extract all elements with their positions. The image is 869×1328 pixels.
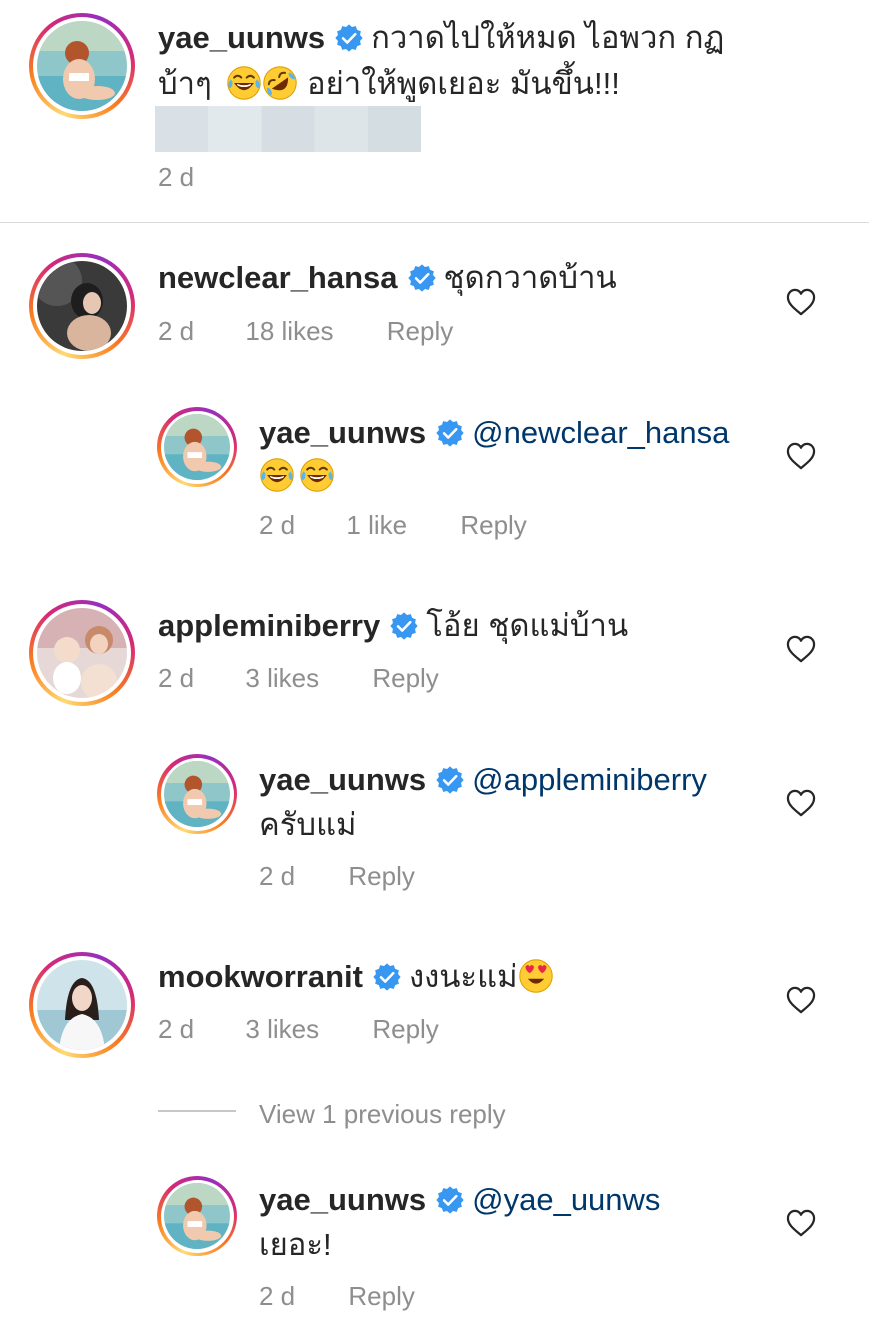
reply-time: 2 d <box>259 861 296 891</box>
reply-text: ครับแม่ <box>259 807 357 842</box>
rolling-on-floor-laughing-emoji-icon <box>262 65 298 101</box>
header-divider <box>0 222 869 223</box>
avatar-appleminiberry[interactable] <box>29 600 135 706</box>
comment-time: 2 d <box>158 162 195 192</box>
comment-text: งงนะแม่ <box>408 959 518 994</box>
comment-time: 2 d <box>158 316 195 346</box>
avatar-photo-image <box>164 1183 230 1249</box>
face-with-tears-of-joy-emoji-icon <box>226 65 262 101</box>
comment-time: 2 d <box>158 1014 195 1044</box>
heart-outline-icon[interactable] <box>786 288 816 316</box>
avatar-photo-image <box>37 261 127 351</box>
verified-badge-icon <box>436 766 464 794</box>
heart-outline-icon[interactable] <box>786 1209 816 1237</box>
avatar-yae-uunws[interactable] <box>157 1176 237 1256</box>
heart-eyes-emoji-icon <box>518 958 554 994</box>
like-count[interactable]: 1 like <box>346 508 407 542</box>
view-previous-replies-button[interactable]: View 1 previous reply <box>259 1097 506 1131</box>
verified-badge-icon <box>436 419 464 447</box>
reply-time: 2 d <box>259 1281 296 1311</box>
reply-text: เยอะ! <box>259 1227 332 1262</box>
like-count[interactable]: 3 likes <box>245 1012 319 1046</box>
reply-button[interactable]: Reply <box>460 508 526 542</box>
verified-badge-icon <box>408 264 436 292</box>
comment-username[interactable]: appleminiberry <box>158 608 380 643</box>
comment-text-line2-suffix: อย่าให้พูดเยอะ มันขึ้น!!! <box>307 66 620 101</box>
comment-text-line1: กวาดไปให้หมด ไอพวก กฏ <box>371 20 725 55</box>
avatar-photo-image <box>37 960 127 1050</box>
avatar-yae-uunws[interactable] <box>29 13 135 119</box>
reply-username[interactable]: yae_uunws <box>259 762 426 797</box>
comment-time: 2 d <box>158 663 195 693</box>
verified-badge-icon <box>373 963 401 991</box>
avatar-photo-image <box>164 761 230 827</box>
avatar-photo-image <box>37 21 127 111</box>
face-with-tears-of-joy-emoji-icon <box>299 457 335 493</box>
heart-outline-icon[interactable] <box>786 442 816 470</box>
reply-button[interactable]: Reply <box>348 859 414 893</box>
comment-text-line2-prefix: บ้าๆ <box>158 66 212 101</box>
comment-username[interactable]: yae_uunws <box>158 20 325 55</box>
reply-button[interactable]: Reply <box>372 661 438 695</box>
verified-badge-icon <box>390 612 418 640</box>
mention-link[interactable]: @yae_uunws <box>472 1182 660 1217</box>
comment-username[interactable]: mookworranit <box>158 959 363 994</box>
verified-badge-icon <box>335 24 363 52</box>
like-count[interactable]: 3 likes <box>245 661 319 695</box>
reply-button[interactable]: Reply <box>387 314 453 348</box>
face-with-tears-of-joy-emoji-icon <box>259 457 295 493</box>
heart-outline-icon[interactable] <box>786 789 816 817</box>
heart-outline-icon[interactable] <box>786 986 816 1014</box>
avatar-newclear-hansa[interactable] <box>29 253 135 359</box>
avatar-yae-uunws[interactable] <box>157 407 237 487</box>
heart-outline-icon[interactable] <box>786 635 816 663</box>
like-count[interactable]: 18 likes <box>245 314 333 348</box>
reply-button[interactable]: Reply <box>372 1012 438 1046</box>
avatar-photo-image <box>164 414 230 480</box>
mention-link[interactable]: @appleminiberry <box>472 762 707 797</box>
reply-username[interactable]: yae_uunws <box>259 1182 426 1217</box>
verified-badge-icon <box>436 1186 464 1214</box>
comment-text: โอ้ย ชุดแม่บ้าน <box>426 608 629 643</box>
comment-username[interactable]: newclear_hansa <box>158 260 398 295</box>
avatar-photo-image <box>37 608 127 698</box>
avatar-yae-uunws[interactable] <box>157 754 237 834</box>
avatar-mookworranit[interactable] <box>29 952 135 1058</box>
reply-button[interactable]: Reply <box>348 1279 414 1313</box>
redacted-text-block <box>155 106 421 152</box>
reply-time: 2 d <box>259 510 296 540</box>
comment-text: ชุดกวาดบ้าน <box>443 260 617 295</box>
reply-username[interactable]: yae_uunws <box>259 415 426 450</box>
mention-link[interactable]: @newclear_hansa <box>472 415 729 450</box>
view-replies-line <box>158 1110 236 1112</box>
